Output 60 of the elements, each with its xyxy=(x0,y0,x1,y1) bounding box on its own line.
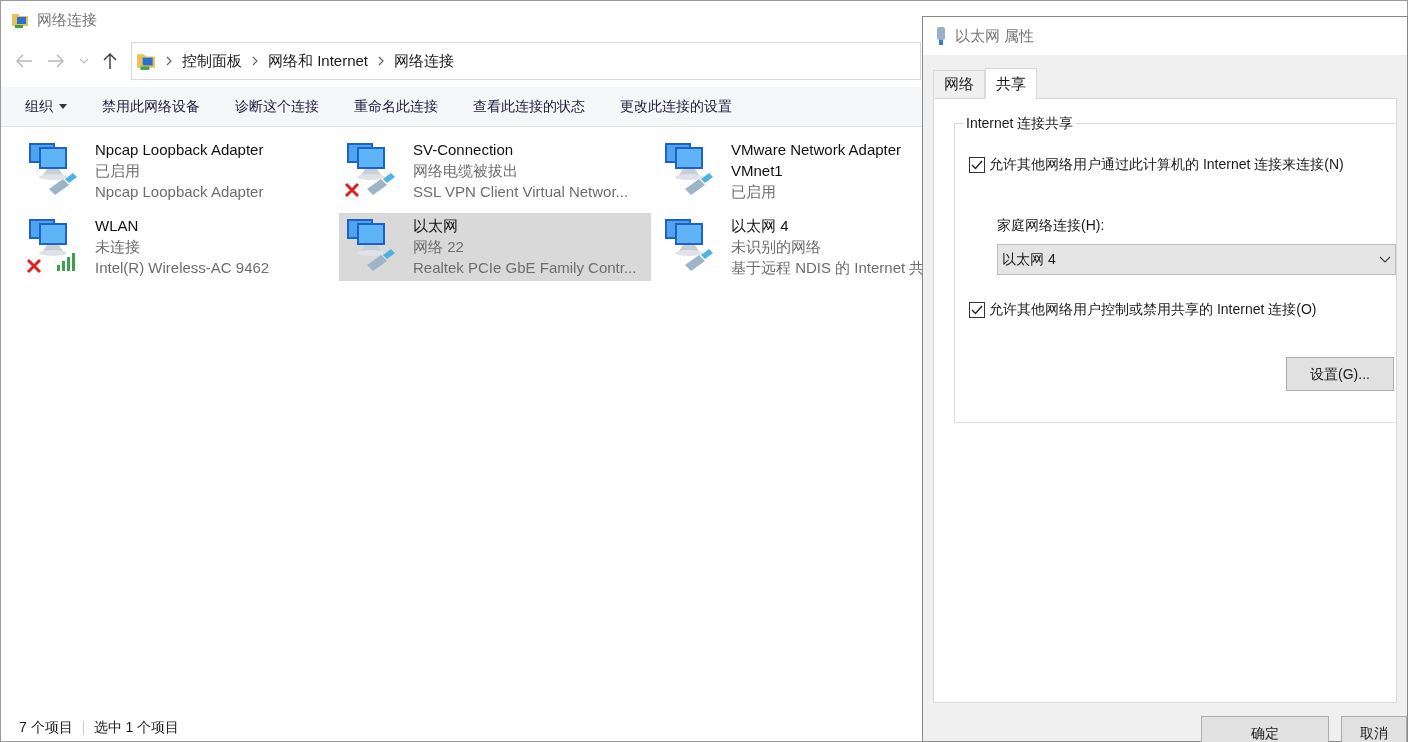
tab[interactable]: 网络 xyxy=(933,70,985,98)
adapter-name: Intel(R) Wireless-AC 9462 xyxy=(95,258,271,278)
checkmark-icon xyxy=(971,304,983,315)
connection-status: 已启用 xyxy=(731,182,777,202)
toolbar-button[interactable]: 更改此连接的设置 xyxy=(608,90,744,123)
chevron-down-icon xyxy=(1379,256,1391,263)
chevron-right-icon xyxy=(378,56,385,66)
network-folder-icon xyxy=(136,51,156,71)
network-folder-icon xyxy=(11,11,29,29)
adapter-name: 基于远程 NDIS 的 Internet 共 xyxy=(731,258,926,278)
checkbox[interactable] xyxy=(969,301,985,318)
connection-name: VMware Network Adapter VMnet1 xyxy=(731,140,903,181)
connection-item[interactable]: VMware Network Adapter VMnet1 已启用 xyxy=(657,137,969,205)
home-network-dropdown[interactable]: 以太网 4 xyxy=(997,244,1396,275)
connection-item[interactable]: 以太网 网络 22 Realtek PCIe GbE Family Contr... xyxy=(339,213,651,281)
window-title: 网络连接 xyxy=(37,9,97,30)
breadcrumb-item[interactable]: 网络和 Internet xyxy=(268,49,369,73)
connection-name: 以太网 4 xyxy=(731,216,790,236)
settings-button[interactable]: 设置(G)... xyxy=(1286,357,1394,391)
connection-name: Npcap Loopback Adapter xyxy=(95,140,265,160)
field-label: 家庭网络连接(H): xyxy=(997,216,1106,235)
connection-status: 已启用 xyxy=(95,161,141,181)
connection-status: 网络 22 xyxy=(413,237,465,257)
connection-status: 未连接 xyxy=(95,237,141,257)
selection-count: 选中 1 个项目 xyxy=(93,718,180,737)
group-title: Internet 连接共享 xyxy=(963,113,1077,134)
connection-status: 未识别的网络 xyxy=(731,237,822,257)
connection-item[interactable]: 以太网 4 未识别的网络 基于远程 NDIS 的 Internet 共 xyxy=(657,213,969,281)
breadcrumb-item[interactable]: 网络连接 xyxy=(394,49,455,73)
breadcrumb-item[interactable]: 控制面板 xyxy=(182,49,242,73)
chevron-right-icon xyxy=(166,56,172,66)
checkbox-label: 允许其他网络用户通过此计算机的 Internet 连接来连接(N) xyxy=(989,155,1344,174)
checkbox-label: 允许其他网络用户控制或禁用共享的 Internet 连接(O) xyxy=(989,300,1317,319)
chevron-right-icon xyxy=(252,56,258,66)
connection-item[interactable]: SV-Connection 网络电缆被拔出 SSL VPN Client Virtual Networ... xyxy=(339,137,651,205)
adapter-name: Npcap Loopback Adapter xyxy=(95,182,265,202)
adapter-name: Realtek PCIe GbE Family Contr... xyxy=(413,258,637,278)
tab[interactable]: 共享 xyxy=(985,68,1037,99)
item-count: 7 个项目 xyxy=(19,718,73,737)
cancel-button[interactable]: 取消 xyxy=(1341,716,1407,742)
connection-name: 以太网 xyxy=(413,216,459,236)
toolbar-button[interactable]: 组织 xyxy=(13,90,79,123)
caret-down-icon xyxy=(59,104,67,109)
ok-button[interactable]: 确定 xyxy=(1201,716,1329,742)
dialog-title: 以太网 属性 xyxy=(955,25,1035,46)
address-bar[interactable]: 控制面板 网络和 Internet 网络连接 xyxy=(131,42,921,80)
checkmark-icon xyxy=(971,159,983,170)
toolbar-button[interactable]: 诊断这个连接 xyxy=(223,90,331,123)
connection-item[interactable]: Npcap Loopback Adapter 已启用 Npcap Loopback Adapter xyxy=(21,137,333,205)
toolbar-button[interactable]: 重命名此连接 xyxy=(342,90,450,123)
ethernet-plug-icon xyxy=(935,26,947,46)
toolbar-button[interactable]: 查看此连接的状态 xyxy=(461,90,597,123)
adapter-name: SSL VPN Client Virtual Networ... xyxy=(413,182,629,202)
connection-name: WLAN xyxy=(95,216,140,236)
connection-item[interactable]: WLAN 未连接 Intel(R) Wireless-AC 9462 xyxy=(21,213,333,281)
checkbox[interactable] xyxy=(969,156,985,173)
connection-status: 网络电缆被拔出 xyxy=(413,161,519,181)
toolbar-button[interactable]: 禁用此网络设备 xyxy=(90,90,212,123)
connection-name: SV-Connection xyxy=(413,140,515,160)
up-arrow-icon[interactable] xyxy=(103,52,117,70)
